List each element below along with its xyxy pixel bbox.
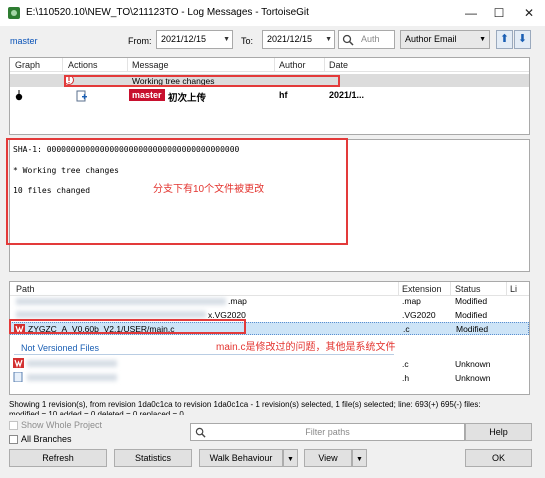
col-graph[interactable]: Graph	[15, 60, 40, 70]
highlight-box	[9, 319, 246, 334]
tortoisegit-app-icon	[8, 7, 20, 19]
file-table-header: Path Extension Status Li	[10, 282, 529, 296]
from-date-picker[interactable]: 2021/12/15 ▼	[156, 30, 233, 49]
arrow-up-icon[interactable]: ⬆	[496, 30, 513, 49]
search-icon	[195, 427, 206, 438]
status-text: Showing 1 revision(s), from revision 1da…	[9, 400, 539, 415]
commit-node-icon	[15, 90, 23, 101]
log-row-message: 初次上传	[168, 93, 207, 104]
filter-paths-placeholder: Filter paths	[305, 427, 350, 437]
help-button[interactable]: Help	[465, 423, 532, 441]
add-file-icon	[76, 90, 87, 102]
log-row-date: 2021/1...	[329, 90, 365, 100]
checkbox-label: Show Whole Project	[21, 420, 103, 430]
filter-field-value: Author Email	[405, 34, 457, 44]
log-table[interactable]: Graph Actions Message Author Date Workin…	[9, 57, 530, 135]
chevron-down-icon: ▼	[325, 36, 332, 43]
group-label[interactable]: Not Versioned Files	[21, 343, 99, 353]
chevron-down-icon: ▼	[479, 36, 486, 43]
file-status: Unknown	[455, 373, 491, 383]
ok-button[interactable]: OK	[465, 449, 532, 467]
file-extension: .c	[402, 359, 409, 369]
col-author[interactable]: Author	[279, 60, 306, 70]
status-line-1: Showing 1 revision(s), from revision 1da…	[9, 400, 481, 409]
to-date-picker[interactable]: 2021/12/15 ▼	[262, 30, 335, 49]
filter-field-select[interactable]: Author Email ▼	[400, 30, 490, 49]
log-row-commit[interactable]: master 初次上传 hf 2021/1...	[10, 88, 529, 104]
highlight-box	[64, 75, 340, 87]
highlight-box	[6, 138, 348, 245]
col-lines[interactable]: Li	[510, 284, 517, 294]
view-button[interactable]: View	[304, 449, 352, 467]
branch-link[interactable]: master	[10, 36, 38, 46]
to-date-value: 2021/12/15	[267, 34, 313, 44]
file-status: Modified	[455, 310, 488, 320]
file-extension: .c	[403, 324, 410, 334]
walk-behaviour-dropdown[interactable]: ▼	[283, 449, 298, 467]
col-extension[interactable]: Extension	[402, 284, 442, 294]
file-extension: .VG2020	[402, 310, 436, 320]
file-row[interactable]: .h Unknown	[10, 371, 529, 384]
file-row[interactable]: .c Unknown	[10, 357, 529, 370]
file-status: Unknown	[455, 359, 491, 369]
col-actions[interactable]: Actions	[68, 60, 98, 70]
log-row-author: hf	[279, 90, 288, 100]
file-status: Modified	[456, 324, 489, 334]
search-icon	[342, 34, 354, 46]
filter-paths-input[interactable]: Filter paths	[190, 423, 465, 441]
annotation-text: main.c是修改过的问题，其他是系统文件	[216, 342, 396, 353]
keil-file-icon	[13, 358, 24, 368]
refresh-button[interactable]: Refresh	[9, 449, 107, 467]
view-dropdown[interactable]: ▼	[352, 449, 367, 467]
minimize-icon[interactable]: —	[456, 0, 486, 26]
file-row[interactable]: .map .map Modified	[10, 296, 529, 307]
close-icon[interactable]: ✕	[514, 0, 544, 26]
chevron-down-icon: ▼	[287, 456, 294, 463]
col-status[interactable]: Status	[455, 284, 481, 294]
from-date-value: 2021/12/15	[161, 34, 207, 44]
maximize-icon[interactable]: ☐	[484, 0, 514, 26]
file-extension: .h	[402, 373, 410, 383]
checkbox-label: All Branches	[21, 434, 72, 444]
checkbox-box	[9, 435, 18, 444]
changed-files-table[interactable]: Path Extension Status Li .map .map Modif…	[9, 281, 530, 395]
redacted-path	[16, 298, 226, 305]
col-message[interactable]: Message	[132, 60, 169, 70]
log-table-header: Graph Actions Message Author Date	[10, 58, 529, 72]
col-date[interactable]: Date	[329, 60, 348, 70]
file-status: Modified	[455, 296, 488, 306]
status-line-2: modified = 10 added = 0 deleted = 0 repl…	[9, 410, 184, 415]
branch-tag: master	[129, 89, 165, 101]
statistics-button[interactable]: Statistics	[114, 449, 192, 467]
redacted-path	[27, 360, 117, 367]
title-bar: E:\110520.10\NEW_TO\211123TO - Log Messa…	[0, 0, 545, 26]
to-label: To:	[241, 36, 254, 46]
chevron-down-icon: ▼	[223, 36, 230, 43]
redacted-path	[27, 374, 117, 381]
redacted-path	[16, 311, 206, 318]
file-icon	[13, 372, 23, 382]
file-extension: .map	[402, 296, 421, 306]
group-divider	[14, 354, 394, 355]
chevron-down-icon: ▼	[356, 456, 363, 463]
from-label: From:	[128, 36, 152, 46]
arrow-down-icon[interactable]: ⬇	[514, 30, 531, 49]
search-input[interactable]: Auth	[338, 30, 395, 49]
window-title: E:\110520.10\NEW_TO\211123TO - Log Messa…	[26, 7, 309, 18]
col-path[interactable]: Path	[16, 284, 35, 294]
checkbox-box	[9, 421, 18, 430]
file-path-tail: .map	[228, 296, 247, 306]
walk-behaviour-button[interactable]: Walk Behaviour	[199, 449, 283, 467]
search-placeholder: Auth	[361, 34, 380, 44]
